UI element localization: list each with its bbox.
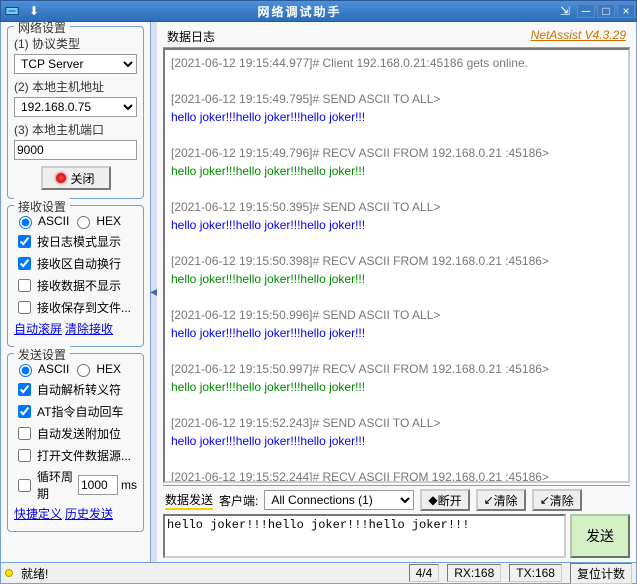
close-connection-button[interactable]: 关闭 xyxy=(41,166,111,190)
clear-l-button[interactable]: ↙ 清除 xyxy=(476,489,526,511)
tab-data-send[interactable]: 数据发送 xyxy=(165,491,213,510)
log-title: 数据日志 xyxy=(167,28,215,45)
clear-recv-link[interactable]: 清除接收 xyxy=(65,320,113,337)
auto-escape-check[interactable]: 自动解析转义符 xyxy=(14,380,137,399)
quick-def-link[interactable]: 快捷定义 xyxy=(14,505,62,522)
clear-r-button[interactable]: ↙ 清除 xyxy=(532,489,582,511)
log-area[interactable]: [2021-06-12 19:15:44.977]# Client 192.16… xyxy=(163,48,630,483)
close-window-button[interactable]: × xyxy=(617,4,635,18)
status-light-icon xyxy=(5,569,13,577)
title-bar: ⬇ 网络调试助手 ⇲ ─ □ × xyxy=(0,0,637,22)
auto-wrap-check[interactable]: 接收区自动换行 xyxy=(14,254,137,273)
port-label: (3) 本地主机端口 xyxy=(14,121,137,138)
group-title: 网络设置 xyxy=(14,22,70,36)
group-title: 接收设置 xyxy=(14,198,70,215)
protocol-label: (1) 协议类型 xyxy=(14,35,137,52)
send-settings-group: 发送设置 ASCII HEX 自动解析转义符 AT指令自动回车 自动发送附加位 … xyxy=(7,353,144,532)
close-button-label: 关闭 xyxy=(70,170,94,187)
loop-unit-label: ms xyxy=(121,478,137,492)
send-ascii-radio[interactable]: ASCII xyxy=(14,361,69,377)
receive-settings-group: 接收设置 ASCII HEX 按日志模式显示 接收区自动换行 接收数据不显示 接… xyxy=(7,205,144,347)
loop-period-input[interactable] xyxy=(78,475,118,495)
send-hex-radio[interactable]: HEX xyxy=(72,361,121,377)
port-input[interactable] xyxy=(14,140,137,160)
protocol-select[interactable]: TCP Server xyxy=(14,54,137,74)
status-rx: RX:168 xyxy=(447,564,501,582)
group-title: 发送设置 xyxy=(14,346,70,363)
save-file-check[interactable]: 接收保存到文件... xyxy=(14,298,137,317)
status-bar: 就绪! 4/4 RX:168 TX:168 复位计数 xyxy=(0,562,637,584)
pin-icon[interactable]: ⬇ xyxy=(25,4,43,18)
window-title: 网络调试助手 xyxy=(45,3,554,20)
loop-period-check[interactable]: 循环周期 xyxy=(14,468,75,502)
status-tx: TX:168 xyxy=(509,564,562,582)
recv-hex-radio[interactable]: HEX xyxy=(72,213,121,229)
history-send-link[interactable]: 历史发送 xyxy=(65,505,113,522)
send-button[interactable]: 发送 xyxy=(570,514,630,558)
auto-extra-check[interactable]: 自动发送附加位 xyxy=(14,424,137,443)
client-label: 客户端: xyxy=(219,492,258,509)
open-file-check[interactable]: 打开文件数据源... xyxy=(14,446,137,465)
disconnect-button[interactable]: ◆ 断开 xyxy=(420,489,469,511)
status-dot-icon xyxy=(56,173,66,183)
send-textarea[interactable] xyxy=(163,514,566,558)
host-select[interactable]: 192.168.0.75 xyxy=(14,97,137,117)
collapse-icon[interactable]: ⇲ xyxy=(556,4,574,18)
reset-count-button[interactable]: 复位计数 xyxy=(570,563,632,584)
recv-ascii-radio[interactable]: ASCII xyxy=(14,213,69,229)
minimize-button[interactable]: ─ xyxy=(577,4,595,18)
at-cr-check[interactable]: AT指令自动回车 xyxy=(14,402,137,421)
status-count: 4/4 xyxy=(409,564,440,582)
connection-select[interactable]: All Connections (1) xyxy=(264,490,414,510)
app-icon xyxy=(3,4,21,18)
auto-scroll-link[interactable]: 自动滚屏 xyxy=(14,320,62,337)
no-display-check[interactable]: 接收数据不显示 xyxy=(14,276,137,295)
log-mode-check[interactable]: 按日志模式显示 xyxy=(14,232,137,251)
status-ready: 就绪! xyxy=(21,565,48,582)
maximize-button[interactable]: □ xyxy=(597,4,615,18)
network-settings-group: 网络设置 (1) 协议类型 TCP Server (2) 本地主机地址 192.… xyxy=(7,26,144,199)
version-link[interactable]: NetAssist V4.3.29 xyxy=(531,28,626,45)
host-label: (2) 本地主机地址 xyxy=(14,78,137,95)
